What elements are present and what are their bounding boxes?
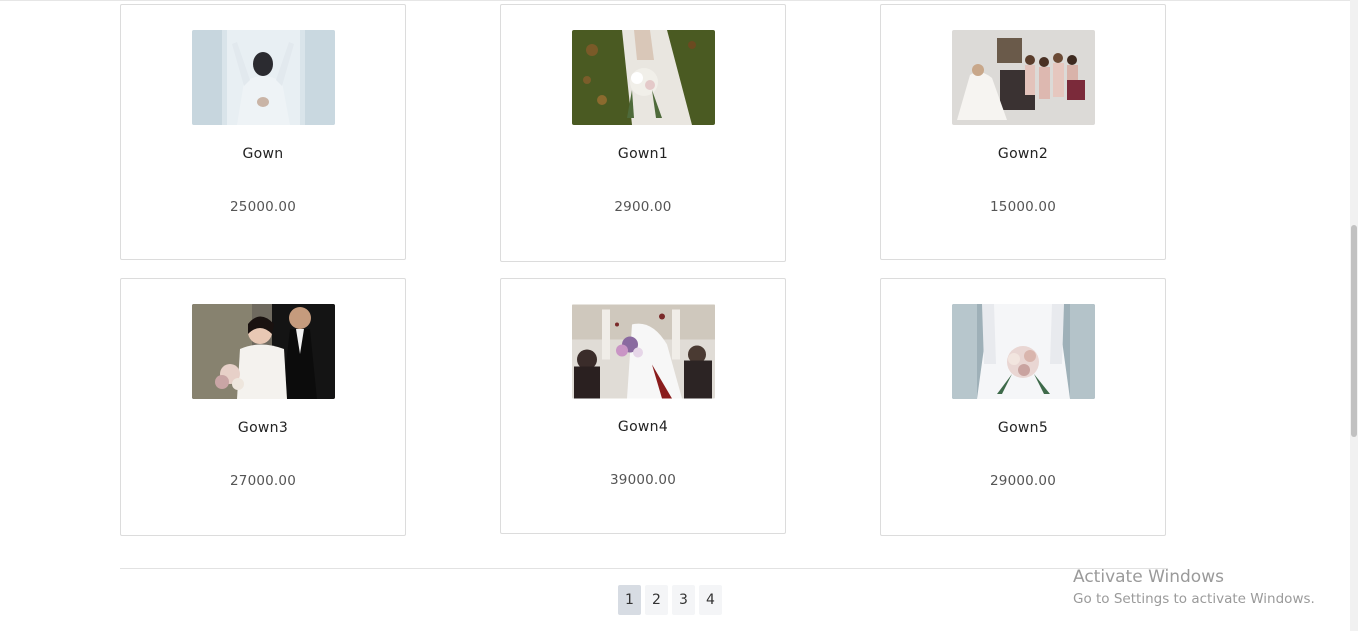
scrollbar-thumb[interactable] bbox=[1351, 225, 1357, 437]
product-name[interactable]: Gown4 bbox=[501, 419, 785, 435]
windows-activation-watermark: Activate Windows Go to Settings to activ… bbox=[1073, 566, 1315, 609]
bride-bouquet-on-grass-photo bbox=[572, 30, 715, 125]
product-card[interactable]: Gown4 39000.00 bbox=[500, 278, 786, 534]
watermark-title: Activate Windows bbox=[1073, 567, 1224, 587]
pagination: 1 2 3 4 bbox=[618, 585, 722, 615]
product-card[interactable]: Gown1 2900.00 bbox=[500, 4, 786, 262]
product-image[interactable] bbox=[572, 30, 715, 125]
page-button-1[interactable]: 1 bbox=[618, 585, 641, 615]
page-button-3[interactable]: 3 bbox=[672, 585, 695, 615]
page-button-4[interactable]: 4 bbox=[699, 585, 722, 615]
product-name[interactable]: Gown5 bbox=[881, 420, 1165, 436]
bride-holding-bouquet-photo bbox=[952, 304, 1095, 399]
product-card[interactable]: Gown2 15000.00 bbox=[880, 4, 1166, 260]
page-button-2[interactable]: 2 bbox=[645, 585, 668, 615]
product-name[interactable]: Gown bbox=[121, 146, 405, 162]
product-price: 25000.00 bbox=[229, 199, 296, 215]
product-grid-page: Gown 25000.00 Gown1 2900.00 Gown2 15000.… bbox=[0, 0, 1358, 631]
couple-embrace-photo bbox=[192, 304, 335, 399]
product-card[interactable]: Gown5 29000.00 bbox=[880, 278, 1166, 536]
product-image[interactable] bbox=[572, 304, 715, 399]
pagination-divider bbox=[120, 568, 1168, 569]
product-name[interactable]: Gown2 bbox=[881, 146, 1165, 162]
product-card[interactable]: Gown3 27000.00 bbox=[120, 278, 406, 536]
wedding-procession-photo bbox=[572, 304, 715, 399]
product-image[interactable] bbox=[192, 30, 335, 125]
header-border bbox=[0, 0, 1350, 1]
bride-with-bridesmaids-photo bbox=[952, 30, 1095, 125]
product-price: 27000.00 bbox=[229, 473, 296, 489]
product-name[interactable]: Gown3 bbox=[121, 420, 405, 436]
product-name[interactable]: Gown1 bbox=[501, 146, 785, 162]
product-price: 29000.00 bbox=[989, 473, 1056, 489]
product-price: 39000.00 bbox=[609, 472, 676, 488]
product-card[interactable]: Gown 25000.00 bbox=[120, 4, 406, 260]
product-price: 2900.00 bbox=[614, 199, 672, 215]
watermark-subtitle: Go to Settings to activate Windows. bbox=[1073, 591, 1315, 607]
product-image[interactable] bbox=[952, 304, 1095, 399]
product-image[interactable] bbox=[952, 30, 1095, 125]
bride-at-window-photo bbox=[192, 30, 335, 125]
product-price: 15000.00 bbox=[989, 199, 1056, 215]
vertical-scrollbar[interactable] bbox=[1350, 0, 1358, 631]
product-image[interactable] bbox=[192, 304, 335, 399]
